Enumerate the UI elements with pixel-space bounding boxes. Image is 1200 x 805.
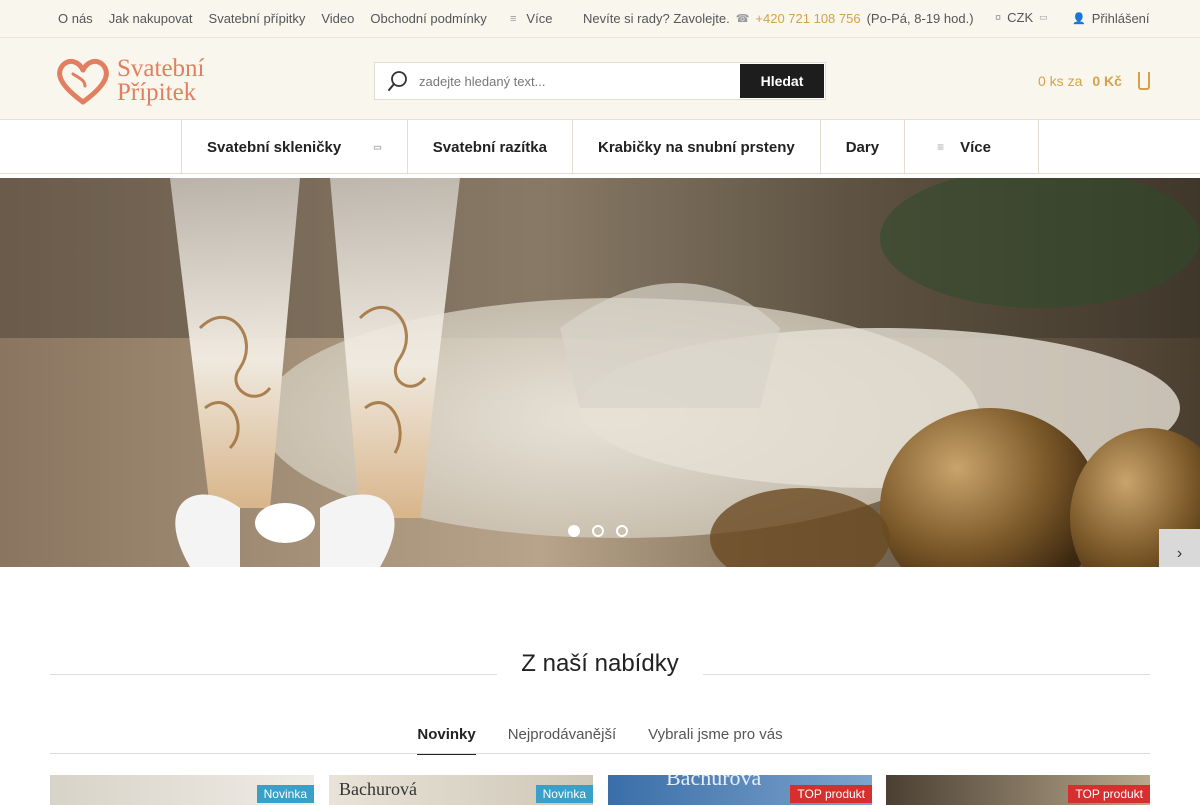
logo-line-2: Přípitek: [117, 79, 197, 106]
help-contact: Nevíte si rady? Zavolejte. ☎ +420 721 10…: [583, 11, 974, 26]
product-tabs: Novinky Nejprodávanější Vybrali jsme pro…: [0, 726, 1200, 755]
carousel-dot-3[interactable]: [616, 525, 628, 537]
search-icon: [388, 71, 407, 91]
menu-icon: ≡: [937, 140, 945, 154]
top-link-svatebni-pripitky[interactable]: Svatební přípitky: [209, 11, 306, 26]
product-image-text: Bachurová: [666, 775, 762, 790]
chevron-down-icon: ▭: [1039, 12, 1048, 22]
logo-text: Svatební Přípitek: [117, 55, 205, 106]
badge-novinka: Novinka: [535, 785, 593, 803]
product-image-text: Bachurová: [339, 779, 417, 799]
nav-item-vice[interactable]: ≡ Více: [904, 120, 1040, 174]
carousel-dot-1[interactable]: [568, 525, 580, 537]
top-link-video[interactable]: Video: [321, 11, 354, 26]
phone-number[interactable]: +420 721 108 756: [755, 11, 860, 26]
top-link-o-nas[interactable]: O nás: [58, 11, 93, 26]
user-icon: 👤: [1072, 13, 1086, 25]
login-label: Přihlášení: [1091, 11, 1150, 26]
nav-item-label: Krabičky na snubní prsteny: [597, 138, 795, 156]
nav-items: Svatební skleničky ▭ Svatební razítka Kr…: [181, 120, 1040, 174]
search-bar: Hledat: [374, 62, 826, 100]
nav-item-label: Svatební razítka: [432, 138, 547, 156]
cart-total: 0 Kč: [1092, 73, 1122, 89]
site-header: Svatební Přípitek Hledat 0 ks za 0 Kč: [0, 38, 1200, 120]
main-navigation: Svatební skleničky ▭ Svatební razítka Kr…: [0, 120, 1200, 174]
chevron-right-icon[interactable]: ›: [1159, 529, 1200, 567]
nav-more-label: Více: [960, 138, 991, 156]
nav-item-label: Dary: [845, 138, 880, 156]
search-button[interactable]: Hledat: [740, 64, 824, 98]
divider: [50, 753, 1150, 754]
nav-item-svatebni-sklenicky[interactable]: Svatební skleničky ▭: [181, 120, 407, 174]
carousel-dot-2[interactable]: [592, 525, 604, 537]
phone-icon: ☎: [735, 13, 750, 25]
top-more-label: Více: [526, 11, 553, 26]
cart-icon: [1137, 72, 1150, 90]
login-link[interactable]: 👤 Přihlášení: [1072, 11, 1150, 26]
product-card[interactable]: Novinka: [50, 775, 314, 805]
product-card[interactable]: Bachurová TOP produkt: [608, 775, 872, 805]
top-more-menu[interactable]: ≡ Více: [510, 11, 552, 26]
currency-selector[interactable]: ¤ CZK ▭: [995, 10, 1048, 25]
badge-novinka: Novinka: [256, 785, 314, 803]
menu-icon: ≡: [510, 12, 517, 25]
top-link-obchodni-podminky[interactable]: Obchodní podmínky: [370, 11, 486, 26]
tab-vybrali-jsme[interactable]: Vybrali jsme pro vás: [648, 726, 783, 755]
badge-top-produkt: TOP produkt: [1068, 785, 1150, 803]
product-card[interactable]: TOP produkt: [886, 775, 1150, 805]
nav-item-dary[interactable]: Dary: [819, 120, 904, 174]
product-card[interactable]: Bachurová Novinka: [329, 775, 593, 805]
top-links: O nás Jak nakupovat Svatební přípitky Vi…: [58, 11, 503, 26]
section-title: Z naší nabídky: [521, 650, 679, 677]
heart-logo-icon: [57, 58, 109, 105]
coins-icon: ¤: [995, 11, 1002, 24]
nav-item-svatebni-razitka[interactable]: Svatební razítka: [406, 120, 572, 174]
top-utility-bar: O nás Jak nakupovat Svatební přípitky Vi…: [0, 0, 1200, 38]
currency-label: CZK: [1007, 10, 1034, 25]
nav-item-label: Svatební skleničky: [207, 138, 342, 156]
top-link-jak-nakupovat[interactable]: Jak nakupovat: [109, 11, 193, 26]
hero-photo: [0, 178, 1200, 567]
cart-count: 0 ks za: [1038, 73, 1083, 89]
chevron-down-icon: ▭: [373, 141, 382, 152]
nav-item-krabicky[interactable]: Krabičky na snubní prsteny: [571, 120, 820, 174]
carousel-dots: [568, 525, 628, 537]
logo[interactable]: Svatební Přípitek: [55, 56, 205, 106]
cart-summary[interactable]: 0 ks za 0 Kč: [1038, 72, 1150, 90]
help-text: Nevíte si rady? Zavolejte.: [583, 11, 730, 26]
search-input[interactable]: [419, 73, 729, 89]
hero-banner[interactable]: ›: [0, 178, 1200, 567]
opening-hours: (Po-Pá, 8-19 hod.): [866, 11, 974, 26]
tab-nejprodavanejsi[interactable]: Nejprodávanější: [508, 726, 616, 755]
tab-novinky[interactable]: Novinky: [417, 726, 476, 755]
logo-line-1: Svatební: [117, 55, 205, 82]
badge-top-produkt: TOP produkt: [790, 785, 872, 803]
